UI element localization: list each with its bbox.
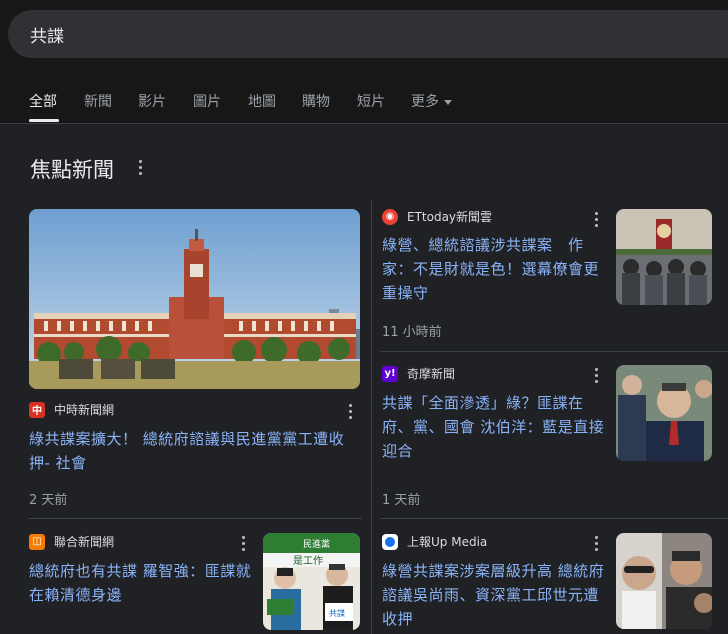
story-headline[interactable]: 綠共諜案擴大！ 總統府諮議與民進黨黨工遭收押- 社會 [29,427,359,475]
tab-videos[interactable]: 影片 [138,91,166,111]
story-time: 11 小時前 [382,325,442,340]
story-time: 2 天前 [29,493,68,508]
sign-text: 共諜 [329,608,345,618]
chinatimes-logo-icon: 中 [29,401,45,418]
more-options-icon[interactable] [138,160,142,175]
column-divider [371,200,372,634]
search-query[interactable]: 共諜 [30,22,64,47]
story-thumbnail[interactable] [616,209,712,305]
more-options-icon[interactable] [594,212,598,227]
upmedia-logo-icon [382,533,398,550]
udn-logo-icon: ◫ [29,533,45,550]
more-options-icon[interactable] [348,404,352,419]
tab-shopping[interactable]: 購物 [302,91,330,111]
story-thumbnail[interactable]: 民進黨 是工作 共諜 [263,533,360,630]
row-divider [28,518,362,519]
sign-text: 民進黨 [303,538,330,550]
more-options-icon[interactable] [241,536,245,551]
story-headline[interactable]: 綠營、總統諮議涉共諜案 作家：不是財就是色！選幕僚會更重操守 [382,233,604,305]
tab-news[interactable]: 新聞 [84,91,112,111]
story-headline[interactable]: 總統府也有共諜 羅智強：匪諜就在賴清德身邊 [29,559,257,607]
source-name: 聯合新聞網 [54,535,115,549]
ceremony-photo-image [616,209,712,305]
politician-portrait-image [616,365,712,461]
story-time: 1 天前 [382,493,421,508]
story-image-presidential-office[interactable] [29,209,360,389]
ettoday-logo-icon: ◉ [382,208,398,225]
search-tabs: 全部 新聞 影片 圖片 地圖 購物 短片 更多 [0,75,728,124]
story-source[interactable]: y! 奇摩新聞 [382,365,455,382]
yahoo-logo-icon: y! [382,365,398,382]
story-source[interactable]: ◫ 聯合新聞網 [29,533,114,550]
source-name: 中時新聞網 [54,403,115,417]
story-thumbnail[interactable] [616,365,712,461]
source-name: ETtoday新聞雲 [407,210,493,224]
story-source[interactable]: 中 中時新聞網 [29,401,114,418]
section-title: 焦點新聞 [30,158,114,182]
active-tab-indicator [29,119,59,122]
story-headline[interactable]: 綠營共諜案涉案層級升高 總統府諮議吳尚雨、資深黨工邱世元遭收押 [382,559,608,631]
row-divider [380,351,728,352]
tab-more[interactable]: 更多 [411,91,452,111]
chevron-down-icon [444,99,452,105]
suspects-photo-image [616,533,712,629]
presidential-office-building-image [29,209,360,389]
source-name: 奇摩新聞 [407,367,456,381]
source-name: 上報Up Media [407,535,488,549]
story-thumbnail[interactable] [616,533,712,629]
tab-maps[interactable]: 地圖 [248,91,276,111]
story-headline[interactable]: 共諜「全面滲透」綠？匪諜在府、黨、國會 沈伯洋：藍是直接迎合 [382,391,608,463]
press-conference-image: 民進黨 是工作 共諜 [263,533,360,630]
tab-shorts[interactable]: 短片 [357,91,385,111]
more-options-icon[interactable] [594,368,598,383]
more-options-icon[interactable] [594,536,598,551]
sign-text: 是工作 [293,555,323,567]
tab-more-label: 更多 [411,94,439,110]
tab-images[interactable]: 圖片 [193,91,221,111]
top-bar: 共諜 [0,0,728,75]
story-source[interactable]: ◉ ETtoday新聞雲 [382,208,492,225]
tab-all[interactable]: 全部 [29,91,57,111]
row-divider [380,518,728,519]
search-box[interactable]: 共諜 [8,10,728,58]
story-source[interactable]: 上報Up Media [382,533,487,550]
